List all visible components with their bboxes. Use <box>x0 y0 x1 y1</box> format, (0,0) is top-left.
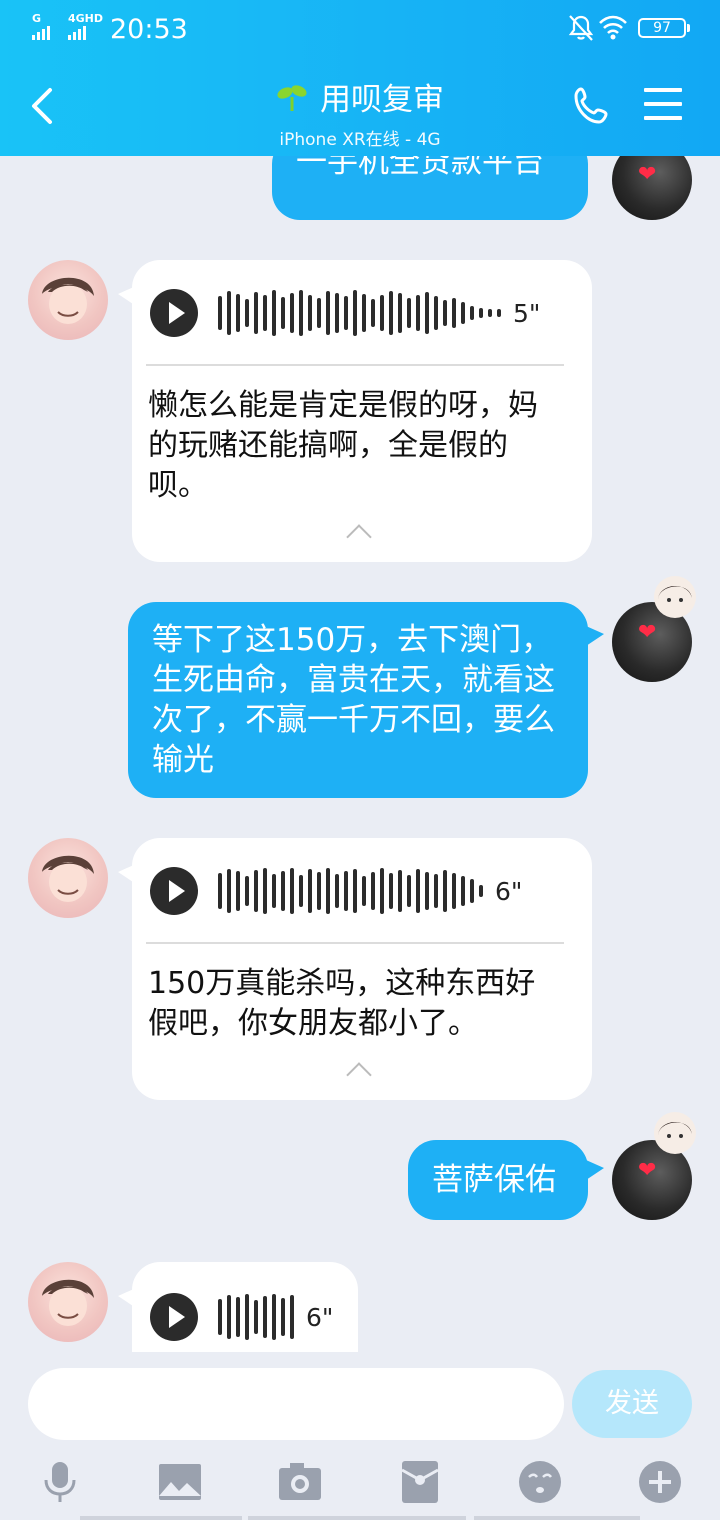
play-icon[interactable] <box>150 867 198 915</box>
message-text: 等下了这150万，去下澳门，生死由命，富贵在天，就看这次了，不赢一千万不回，要么… <box>152 622 555 778</box>
collapse-chevron-icon[interactable] <box>346 1062 372 1088</box>
avatar-face <box>42 277 94 324</box>
signal-2-label: 4GHD <box>68 12 104 25</box>
phone-icon[interactable] <box>572 86 612 126</box>
voice-duration: 6" <box>495 876 523 906</box>
sprout-icon <box>277 84 307 111</box>
emoji-icon[interactable] <box>516 1458 564 1506</box>
message-sent[interactable]: 等下了这150万，去下澳门，生死由命，富贵在天，就看这次了，不赢一千万不回，要么… <box>128 602 588 798</box>
plus-icon[interactable] <box>636 1458 684 1506</box>
chat-subtitle: iPhone XR在线 - 4G <box>279 130 441 150</box>
menu-icon[interactable] <box>644 88 682 122</box>
cellular-signal-1: G <box>32 12 50 40</box>
voice-waveform <box>218 867 483 915</box>
message-sent[interactable]: 一手机全贷款平台 <box>272 156 588 220</box>
chat-area[interactable]: 一手机全贷款平台 ❤ 5" 懒怎么能是肯定是假的呀，妈的玩赌还能搞啊，全是假的呗… <box>0 156 720 1352</box>
avatar[interactable] <box>28 838 108 918</box>
camera-icon[interactable] <box>276 1458 324 1506</box>
status-bar: G 4GHD 20:53 97 <box>0 0 720 58</box>
collapse-chevron-icon[interactable] <box>346 524 372 550</box>
message-received-voice[interactable]: 6" <box>132 1262 358 1352</box>
voice-transcript: 150万真能杀吗，这种东西好假吧，你女朋友都小了。 <box>148 966 536 1041</box>
image-icon[interactable] <box>156 1458 204 1506</box>
avatar[interactable] <box>28 1262 108 1342</box>
cellular-signal-2: 4GHD <box>68 12 104 40</box>
voice-duration: 5" <box>513 298 541 328</box>
chat-title-area[interactable]: 用呗复审 iPhone XR在线 - 4G <box>0 74 720 150</box>
message-sent[interactable]: 菩萨保佑 <box>408 1140 588 1220</box>
send-button[interactable]: 发送 <box>572 1370 692 1438</box>
voice-waveform <box>218 289 501 337</box>
play-icon[interactable] <box>150 289 198 337</box>
mute-icon <box>568 15 594 41</box>
message-text: 菩萨保佑 <box>432 1162 556 1198</box>
avatar[interactable]: ❤ <box>612 156 692 220</box>
avatar-face <box>42 855 94 902</box>
message-input[interactable] <box>28 1368 564 1440</box>
avatar[interactable] <box>28 260 108 340</box>
voice-duration: 6" <box>306 1302 334 1332</box>
battery-level: 97 <box>653 20 671 36</box>
message-received-voice[interactable]: 6" 150万真能杀吗，这种东西好假吧，你女朋友都小了。 <box>132 838 592 1100</box>
red-packet-icon[interactable] <box>396 1458 444 1506</box>
voice-transcript: 懒怎么能是肯定是假的呀，妈的玩赌还能搞啊，全是假的呗。 <box>148 388 538 503</box>
input-bar: 发送 <box>0 1352 720 1520</box>
voice-waveform <box>218 1293 294 1341</box>
chat-title: 用呗复审 <box>320 82 444 118</box>
avatar-decoration <box>654 1112 696 1154</box>
signal-1-label: G <box>32 12 42 25</box>
header: G 4GHD 20:53 97 用呗复审 iPhone XR在线 - 4G <box>0 0 720 156</box>
toolbar <box>0 1452 720 1520</box>
microphone-icon[interactable] <box>36 1458 84 1506</box>
play-icon[interactable] <box>150 1293 198 1341</box>
avatar-face <box>42 1279 94 1326</box>
message-text: 一手机全贷款平台 <box>296 156 544 180</box>
status-time: 20:53 <box>110 14 188 45</box>
battery-icon: 97 <box>638 18 690 38</box>
message-received-voice[interactable]: 5" 懒怎么能是肯定是假的呀，妈的玩赌还能搞啊，全是假的呗。 <box>132 260 592 562</box>
avatar-decoration <box>654 576 696 618</box>
wifi-icon <box>599 15 627 40</box>
